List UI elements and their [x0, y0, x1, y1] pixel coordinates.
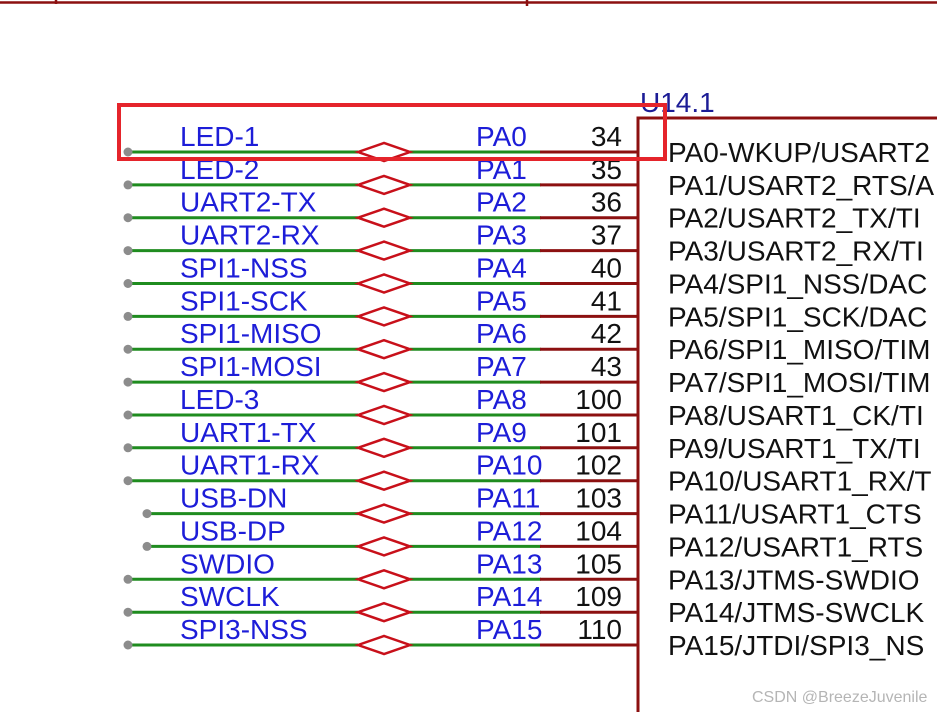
- pin-function: PA8/USART1_CK/TI: [668, 400, 924, 431]
- wire-end-dot: [123, 213, 133, 223]
- pin-function: PA5/SPI1_SCK/DAC: [668, 301, 927, 332]
- wire-end-dot: [123, 344, 133, 354]
- pin-number: 42: [591, 318, 622, 349]
- pin-function: PA14/JTMS-SWCLK: [668, 597, 925, 628]
- pin-rows: LED-1 PA0 34PA0-WKUP/USART2LED-2 PA1 35PA1/U…: [123, 121, 934, 661]
- net-label: SWCLK: [180, 581, 280, 612]
- net-label: SPI1-MISO: [180, 318, 322, 349]
- pin-name: PA15: [476, 614, 542, 645]
- pin-function: PA12/USART1_RTS: [668, 531, 923, 562]
- pin-name: PA8: [476, 384, 527, 415]
- pin-name: PA13: [476, 548, 542, 579]
- net-port-diamond: [354, 207, 414, 229]
- pin-number: 105: [575, 548, 622, 579]
- net-label: LED-1: [180, 121, 259, 152]
- net-port-diamond: [354, 240, 414, 261]
- pin-number: 43: [591, 351, 622, 382]
- pin-name: PA4: [476, 253, 527, 284]
- net-label: UART2-TX: [180, 187, 317, 218]
- pin-function: PA0-WKUP/USART2: [668, 137, 930, 168]
- pin-number: 40: [591, 253, 622, 284]
- pin-number: 102: [575, 450, 622, 481]
- pin-name: PA7: [476, 351, 527, 382]
- pin-function: PA13/JTMS-SWDIO: [668, 564, 920, 595]
- watermark: CSDN @BreezeJuvenile: [752, 689, 928, 706]
- wire-end-dot: [123, 147, 133, 157]
- pin-number: 103: [575, 483, 622, 514]
- pin-number: 34: [591, 121, 622, 152]
- pin-function: PA3/USART2_RX/TI: [668, 236, 924, 267]
- net-label: LED-3: [180, 384, 259, 415]
- pin-name: PA14: [476, 581, 542, 612]
- pin-name: PA2: [476, 187, 527, 218]
- wire-end-dot: [123, 443, 133, 453]
- pin-name: PA3: [476, 220, 527, 251]
- component-designator: U14.1: [640, 87, 715, 118]
- wire-end-dot: [123, 640, 133, 650]
- net-label: USB-DP: [180, 515, 286, 546]
- pin-function: PA7/SPI1_MOSI/TIM: [668, 367, 930, 398]
- net-label: SPI1-SCK: [180, 285, 308, 316]
- net-port-diamond: [354, 338, 414, 360]
- net-port-diamond: [354, 371, 414, 393]
- sheet-border: [0, 0, 937, 6]
- pin-name: PA9: [476, 417, 527, 448]
- pin-number: 109: [575, 581, 622, 612]
- net-label: SWDIO: [180, 548, 275, 579]
- pin-number: 110: [577, 614, 622, 645]
- wire-end-dot: [142, 541, 152, 551]
- net-label: SPI3-NSS: [180, 614, 308, 645]
- net-port-diamond: [354, 634, 414, 656]
- wire-end-dot: [123, 410, 133, 420]
- pin-function: PA1/USART2_RTS/A: [668, 170, 934, 201]
- net-port-diamond: [354, 503, 414, 524]
- net-port-diamond: [354, 601, 414, 623]
- net-port-diamond: [354, 174, 414, 196]
- pin-name: PA10: [476, 450, 542, 481]
- net-port-diamond: [354, 404, 414, 426]
- net-label: UART2-RX: [180, 220, 320, 251]
- schematic-canvas: U14.1 LED-1 PA0 34PA0-WKUP/USART2LED-2 PA1 3…: [0, 0, 937, 712]
- pin-function: PA10/USART1_RX/T: [668, 466, 932, 497]
- pin-name: PA6: [476, 318, 527, 349]
- pin-name: PA5: [476, 285, 527, 316]
- net-label: USB-DN: [180, 483, 287, 514]
- pin-number: 37: [591, 220, 622, 251]
- net-port-diamond: [354, 273, 414, 294]
- pin-function: PA9/USART1_TX/TI: [668, 433, 921, 464]
- pin-function: PA15/JTDI/SPI3_NS: [668, 630, 924, 661]
- wire-end-dot: [123, 377, 133, 387]
- wire-end-dot: [123, 279, 133, 288]
- wire-end-dot: [123, 574, 133, 584]
- net-port-diamond: [354, 470, 414, 492]
- pin-name: PA0: [476, 121, 527, 152]
- wire-end-dot: [123, 180, 133, 190]
- wire-end-dot: [123, 311, 133, 321]
- pin-function: PA11/USART1_CTS: [668, 499, 922, 530]
- net-label: SPI1-MOSI: [180, 351, 322, 382]
- net-label: UART1-RX: [180, 450, 320, 481]
- pin-name: PA11: [476, 483, 540, 514]
- net-port-diamond: [354, 306, 414, 327]
- net-port-diamond: [354, 536, 414, 557]
- pin-number: 101: [575, 417, 622, 448]
- pin-number: 100: [575, 384, 622, 415]
- pin-name: PA12: [476, 515, 542, 546]
- pin-number: 36: [591, 187, 622, 218]
- net-port-diamond: [354, 437, 414, 459]
- net-label: UART1-TX: [180, 417, 317, 448]
- wire-end-dot: [123, 476, 133, 486]
- pin-function: PA2/USART2_TX/TI: [668, 203, 921, 234]
- pin-function: PA6/SPI1_MISO/TIM: [668, 334, 930, 365]
- wire-end-dot: [123, 246, 133, 256]
- pin-number: 104: [575, 515, 622, 546]
- pin-number: 41: [591, 285, 622, 316]
- net-label: SPI1-NSS: [180, 253, 308, 284]
- wire-end-dot: [123, 607, 133, 617]
- wire-end-dot: [142, 509, 152, 519]
- net-port-diamond: [354, 568, 414, 590]
- pin-function: PA4/SPI1_NSS/DAC: [668, 269, 927, 300]
